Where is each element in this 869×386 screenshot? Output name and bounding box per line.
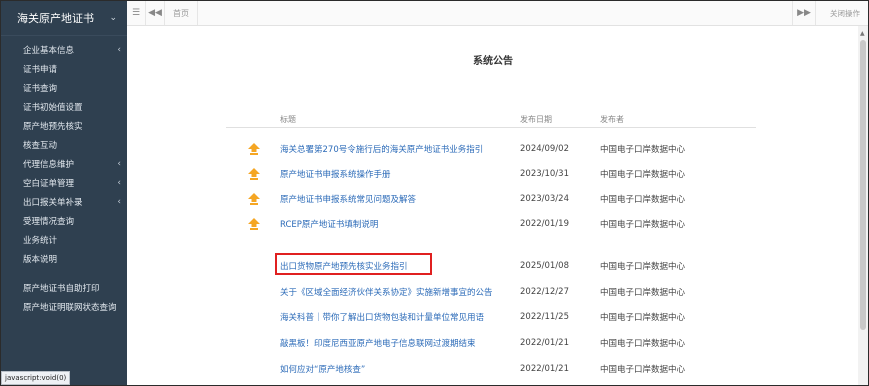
notice-publisher: 中国电子口岸数据中心	[600, 195, 686, 205]
sidebar-item-label: 证书查询	[23, 83, 58, 94]
notice-date: 2022/01/19	[520, 219, 569, 229]
notice-publisher: 中国电子口岸数据中心	[600, 220, 686, 230]
sidebar-item[interactable]: 业务统计	[1, 230, 127, 249]
table-row: 原产地证书申报系统操作手册 2023/10/31 中国电子口岸数据中心	[226, 166, 756, 182]
sidebar-item[interactable]: 代理信息维护 ‹	[1, 154, 127, 173]
sidebar-item[interactable]: 空白证单管理 ‹	[1, 173, 127, 192]
sidebar-menu-bottom: 原产地证书自助打印原产地证明联网状态查询	[1, 278, 127, 316]
vertical-scrollbar[interactable]: ▲	[858, 26, 868, 385]
notice-date: 2025/01/08	[520, 261, 569, 271]
sidebar-brand[interactable]: 海关原产地证书 ⌄	[1, 1, 127, 36]
notice-title-link[interactable]: RCEP原产地证书填制说明	[226, 218, 520, 230]
sidebar-item-label: 空白证单管理	[23, 178, 75, 189]
sidebar-item-label: 原产地证明联网状态查询	[23, 302, 117, 313]
sidebar-item[interactable]: 出口报关单补录 ‹	[1, 192, 127, 211]
notice-date: 2022/12/27	[520, 287, 569, 297]
sidebar-item[interactable]: 证书初始值设置	[1, 97, 127, 116]
sidebar-item[interactable]: 受理情况查询	[1, 211, 127, 230]
sidebar-menu: 企业基本信息 ‹ 证书申请证书查询证书初始值设置 原产地预先核实 核查互动代理信息维护 ‹…	[1, 36, 127, 268]
notice-date: 2022/11/25	[520, 312, 569, 322]
sidebar-item-label: 证书初始值设置	[23, 102, 83, 113]
notice-table: 标题 发布日期 发布者 海关总署第270号令施行后的海关原产地证书业务指引 202…	[226, 114, 756, 375]
brand-title: 海关原产地证书	[17, 12, 94, 25]
pinned-arrow-icon	[248, 193, 260, 205]
notice-title-link[interactable]: 海关科普｜带你了解出口货物包装和计量单位常见用语	[226, 311, 520, 323]
sidebar-item-label: 业务统计	[23, 235, 58, 246]
notice-publisher: 中国电子口岸数据中心	[600, 313, 686, 323]
column-header-date: 发布日期	[520, 115, 552, 124]
chevron-left-icon: ‹	[117, 177, 121, 188]
sidebar-item-label: 代理信息维护	[23, 159, 75, 170]
sidebar-item[interactable]: 核查互动	[1, 135, 127, 154]
scroll-tabs-left-icon[interactable]: ◀◀	[146, 1, 165, 25]
notice-title-link[interactable]: 原产地证书申报系统常见问题及解答	[226, 193, 520, 205]
notice-publisher: 中国电子口岸数据中心	[600, 339, 686, 349]
page-title: 系统公告	[473, 56, 513, 67]
tab-home[interactable]: 首页	[165, 1, 198, 25]
notice-publisher: 中国电子口岸数据中心	[600, 170, 686, 180]
scrollbar-thumb[interactable]	[860, 40, 866, 330]
table-row: RCEP原产地证书填制说明 2022/01/19 中国电子口岸数据中心	[226, 216, 756, 232]
column-header-title: 标题	[280, 115, 296, 124]
menu-toggle-icon[interactable]: ☰	[127, 1, 146, 25]
notice-title-link[interactable]: 原产地证书申报系统操作手册	[226, 168, 520, 180]
table-row: 原产地证书申报系统常见问题及解答 2023/03/24 中国电子口岸数据中心	[226, 191, 756, 207]
notice-title-link[interactable]: 如何应对“原产地核查”	[226, 363, 520, 375]
table-row: 海关总署第270号令施行后的海关原产地证书业务指引 2024/09/02 中国电子口…	[226, 141, 756, 157]
notice-publisher: 中国电子口岸数据中心	[600, 262, 686, 272]
sidebar-item-label: 企业基本信息	[23, 45, 75, 56]
sidebar-item[interactable]: 原产地证书自助打印	[1, 278, 127, 297]
tab-bar: ☰ ◀◀ 首页 ▶▶ 关闭操作	[127, 1, 868, 26]
sidebar-item-label: 证书申请	[23, 64, 58, 75]
notice-title-link[interactable]: 海关总署第270号令施行后的海关原产地证书业务指引	[226, 143, 520, 155]
scroll-tabs-right-icon[interactable]: ▶▶	[792, 1, 815, 25]
sidebar-item[interactable]: 企业基本信息 ‹	[1, 40, 127, 59]
pinned-arrow-icon	[248, 168, 260, 180]
table-header: 标题 发布日期 发布者	[226, 114, 756, 128]
status-bar-tooltip: javascript:void(0)	[1, 371, 71, 385]
table-row: 海关科普｜带你了解出口货物包装和计量单位常见用语 2022/11/25 中国电子口岸…	[226, 309, 756, 325]
main-content: 系统公告 标题 发布日期 发布者 海关总署第270号令施行后的海关原产地证书业务…	[127, 26, 858, 385]
chevron-left-icon: ‹	[117, 44, 121, 55]
notice-date: 2022/01/21	[520, 338, 569, 348]
sidebar-item-label: 原产地预先核实	[23, 121, 83, 132]
notice-title-link[interactable]: 敲黑板！印度尼西亚原产地电子信息联网过渡期结束	[226, 337, 520, 349]
highlight-box	[275, 253, 432, 275]
notice-date: 2023/03/24	[520, 194, 569, 204]
notice-date: 2024/09/02	[520, 144, 569, 154]
sidebar-item[interactable]: 版本说明	[1, 249, 127, 268]
column-header-publisher: 发布者	[600, 115, 624, 124]
sidebar-item[interactable]: 原产地证明联网状态查询	[1, 297, 127, 316]
pinned-arrow-icon	[248, 143, 260, 155]
sidebar-item-label: 受理情况查询	[23, 216, 75, 227]
chevron-left-icon: ‹	[117, 158, 121, 169]
sidebar-item[interactable]: 证书查询	[1, 78, 127, 97]
sidebar: 海关原产地证书 ⌄ 企业基本信息 ‹ 证书申请证书查询证书初始值设置 原产地预先核实核…	[1, 1, 127, 385]
notice-date: 2022/01/21	[520, 364, 569, 374]
table-row: 如何应对“原产地核查” 2022/01/21 中国电子口岸数据中心	[226, 361, 756, 377]
scroll-up-icon[interactable]: ▲	[860, 30, 865, 37]
sidebar-item-label: 原产地证书自助打印	[23, 283, 100, 294]
sidebar-item-label: 核查互动	[23, 140, 58, 151]
notice-publisher: 中国电子口岸数据中心	[600, 145, 686, 155]
table-row: 关于《区域全面经济伙伴关系协定》实施新增事宜的公告 2022/12/27 中国电子口…	[226, 284, 756, 300]
chevron-left-icon: ‹	[117, 196, 121, 207]
sidebar-item-label: 出口报关单补录	[23, 197, 83, 208]
sidebar-item[interactable]: 原产地预先核实	[1, 116, 127, 135]
app-window: 海关原产地证书 ⌄ 企业基本信息 ‹ 证书申请证书查询证书初始值设置 原产地预先核实核…	[1, 1, 868, 385]
notice-publisher: 中国电子口岸数据中心	[600, 288, 686, 298]
notice-publisher: 中国电子口岸数据中心	[600, 365, 686, 375]
pinned-arrow-icon	[248, 218, 260, 230]
close-operations-button[interactable]: 关闭操作	[815, 1, 868, 25]
notice-date: 2023/10/31	[520, 169, 569, 179]
chevron-down-icon[interactable]: ⌄	[109, 13, 117, 23]
notice-title-link[interactable]: 关于《区域全面经济伙伴关系协定》实施新增事宜的公告	[226, 286, 520, 298]
table-row: 敲黑板！印度尼西亚原产地电子信息联网过渡期结束 2022/01/21 中国电子口岸数…	[226, 335, 756, 351]
sidebar-item[interactable]: 证书申请	[1, 59, 127, 78]
menu-divider	[1, 268, 127, 278]
sidebar-item-label: 版本说明	[23, 254, 58, 265]
